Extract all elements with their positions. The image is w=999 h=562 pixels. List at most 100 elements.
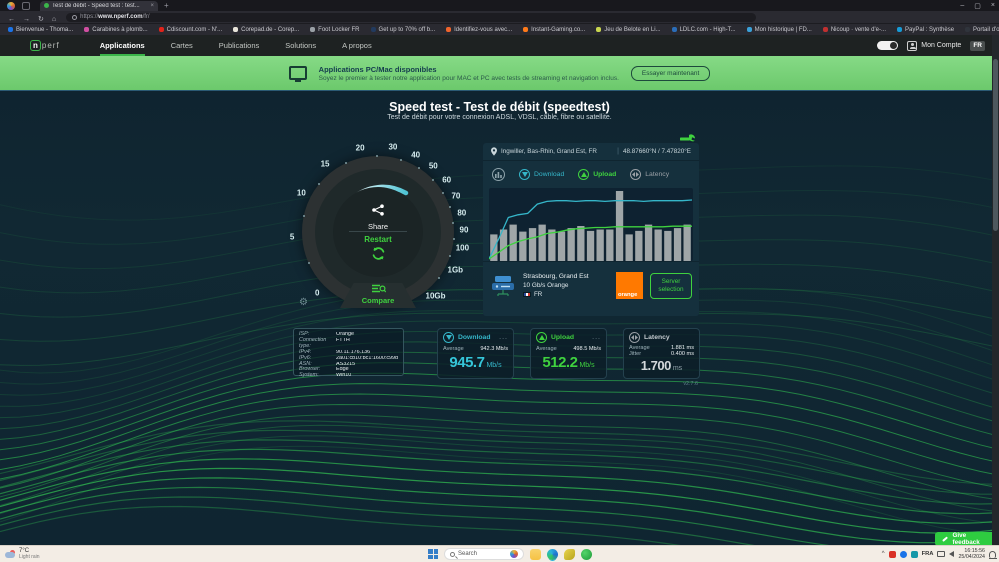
- bookmarks-bar: Bienvenue - Thoma... Carabines à plomb...…: [0, 23, 999, 35]
- address-bar[interactable]: https://www.nperf.com/fr/: [66, 12, 757, 22]
- latency-sample-bar: [519, 231, 527, 261]
- bookmark-item[interactable]: Identifiez-vous avec...: [446, 27, 512, 33]
- wave-line: [0, 439, 999, 505]
- share-button[interactable]: Share: [333, 203, 423, 231]
- window-minimize-button[interactable]: –: [960, 2, 964, 9]
- weather-icon: [5, 550, 15, 558]
- page-scrollbar[interactable]: [992, 35, 999, 545]
- restart-button[interactable]: Restart: [333, 235, 423, 263]
- keyboard-language[interactable]: FRA: [922, 551, 934, 557]
- gauge-scale-label: 10Gb: [425, 291, 446, 301]
- gauge-scale-label: 90: [459, 225, 469, 235]
- bookmark-item[interactable]: Portail d'obtention...: [965, 27, 999, 33]
- site-info-icon[interactable]: [72, 14, 78, 20]
- file-explorer-icon[interactable]: [530, 548, 541, 560]
- bookmark-item[interactable]: Nicoup · vente d'e-...: [822, 26, 886, 33]
- edge-browser-icon[interactable]: [547, 548, 558, 560]
- language-badge[interactable]: FR: [970, 40, 985, 51]
- scrollbar-thumb[interactable]: [993, 59, 998, 231]
- wave-line: [0, 393, 999, 480]
- bookmark-item[interactable]: Bienvenue - Thoma...: [8, 27, 73, 33]
- bookmark-item[interactable]: Cdiscount.com - N'...: [158, 27, 222, 33]
- latency-sample-bar: [577, 226, 585, 261]
- nperf-logo[interactable]: n perf: [30, 40, 60, 51]
- latency-sample-bar: [548, 229, 556, 261]
- gauge-scale-label: 60: [442, 175, 452, 185]
- new-tab-button[interactable]: +: [164, 1, 169, 10]
- bookmark-item[interactable]: PayPal : Synthèse: [897, 27, 954, 33]
- account-button[interactable]: Mon Compte: [907, 40, 961, 51]
- bookmark-item[interactable]: Corepad.de - Corep...: [233, 27, 299, 33]
- metric-tabs: Download Upload Latency: [483, 161, 699, 188]
- gauge-scale-label: 70: [451, 191, 461, 201]
- latency-sample-bar: [625, 234, 633, 261]
- clock-widget[interactable]: 16:15:56 25/04/2024: [958, 548, 985, 560]
- promo-banner: Applications PC/Mac disponibles Soyez le…: [0, 56, 999, 90]
- bookmark-favicon-icon: [8, 27, 13, 32]
- chart-type-icon[interactable]: [492, 168, 505, 181]
- start-button[interactable]: [428, 549, 438, 559]
- give-feedback-button[interactable]: Give feedback: [935, 532, 999, 545]
- nav-item-applications[interactable]: Applications: [99, 35, 145, 56]
- taskbar-search[interactable]: Search: [444, 548, 524, 560]
- tab-download[interactable]: Download: [519, 169, 564, 180]
- bookmark-item[interactable]: Jeu de Belote en Li...: [596, 26, 661, 33]
- isp-value: FTTH: [336, 337, 350, 343]
- search-highlights-icon: [510, 550, 518, 558]
- gauge-tick-dot: [344, 162, 347, 165]
- tab-close-icon[interactable]: ×: [150, 3, 154, 9]
- browser-tab[interactable]: Test de débit - Speed test : test... ×: [40, 0, 158, 11]
- reload-icon[interactable]: ↻: [38, 16, 44, 23]
- latency-sample-bar: [557, 231, 566, 261]
- bookmark-favicon-icon: [897, 27, 902, 32]
- isp-label: System:: [299, 372, 319, 379]
- search-placeholder: Search: [458, 551, 478, 557]
- window-close-button[interactable]: ×: [991, 2, 995, 9]
- gauge-scale-label: 50: [428, 161, 438, 171]
- bookmark-item[interactable]: LDLC.com - High-T...: [671, 27, 736, 33]
- user-icon: [907, 40, 918, 51]
- bookmark-item[interactable]: Instant-Gaming.co...: [523, 27, 585, 33]
- nav-item-solutions[interactable]: Solutions: [285, 35, 316, 56]
- tray-app-blue-icon[interactable]: [899, 550, 907, 558]
- wave-line: [0, 435, 999, 524]
- touchpad-icon[interactable]: [937, 551, 946, 557]
- tab-title: Test de débit - Speed test : test...: [52, 2, 140, 9]
- speaker-icon[interactable]: [949, 551, 955, 557]
- gauge-scale-label: 30: [388, 142, 398, 152]
- bookmark-label: Jeu de Belote en Li...: [604, 26, 661, 33]
- bookmark-label: Nicoup · vente d'e-...: [830, 26, 886, 33]
- gauge-tick-dot: [432, 178, 435, 181]
- latency-sample-bar: [538, 224, 546, 261]
- game-app-icon[interactable]: [564, 548, 575, 560]
- nav-item-cartes[interactable]: Cartes: [171, 35, 193, 56]
- tray-app-red-icon[interactable]: [888, 550, 896, 558]
- dark-mode-toggle[interactable]: [877, 41, 899, 50]
- server-selection-button[interactable]: Server selection: [650, 272, 692, 299]
- download-menu-icon[interactable]: ...: [499, 334, 508, 341]
- tab-upload[interactable]: Upload: [578, 169, 616, 180]
- bookmark-item[interactable]: Mon historique | FD...: [746, 26, 812, 33]
- compare-icon: [371, 284, 386, 293]
- back-icon[interactable]: ←: [8, 16, 15, 23]
- bookmark-item[interactable]: Foot Locker FR: [310, 26, 360, 33]
- weather-widget[interactable]: 7°C Light rain: [0, 548, 40, 560]
- try-now-button[interactable]: Essayer maintenant: [630, 65, 711, 81]
- tray-app-teal-icon[interactable]: [910, 550, 918, 558]
- bookmark-item[interactable]: Carabines à plomb...: [84, 27, 148, 33]
- window-maximize-button[interactable]: ▢: [974, 2, 981, 10]
- bookmark-item[interactable]: Get up to 70% off b...: [370, 27, 435, 33]
- nav-item-a-propos[interactable]: A propos: [342, 35, 372, 56]
- home-icon[interactable]: ⌂: [52, 16, 56, 23]
- upload-menu-icon[interactable]: ...: [592, 334, 601, 341]
- tray-expand-icon[interactable]: ^: [882, 551, 885, 557]
- bookmark-label: Foot Locker FR: [318, 26, 360, 33]
- green-app-icon[interactable]: [581, 548, 592, 560]
- nav-item-publications[interactable]: Publications: [219, 35, 259, 56]
- bookmark-label: Mon historique | FD...: [754, 26, 812, 33]
- forward-icon[interactable]: →: [23, 16, 30, 23]
- gauge-tick-dot: [448, 206, 451, 209]
- notifications-bell-icon[interactable]: [989, 550, 997, 559]
- settings-gear-icon[interactable]: ⚙: [299, 297, 308, 308]
- tab-latency[interactable]: Latency: [630, 169, 669, 180]
